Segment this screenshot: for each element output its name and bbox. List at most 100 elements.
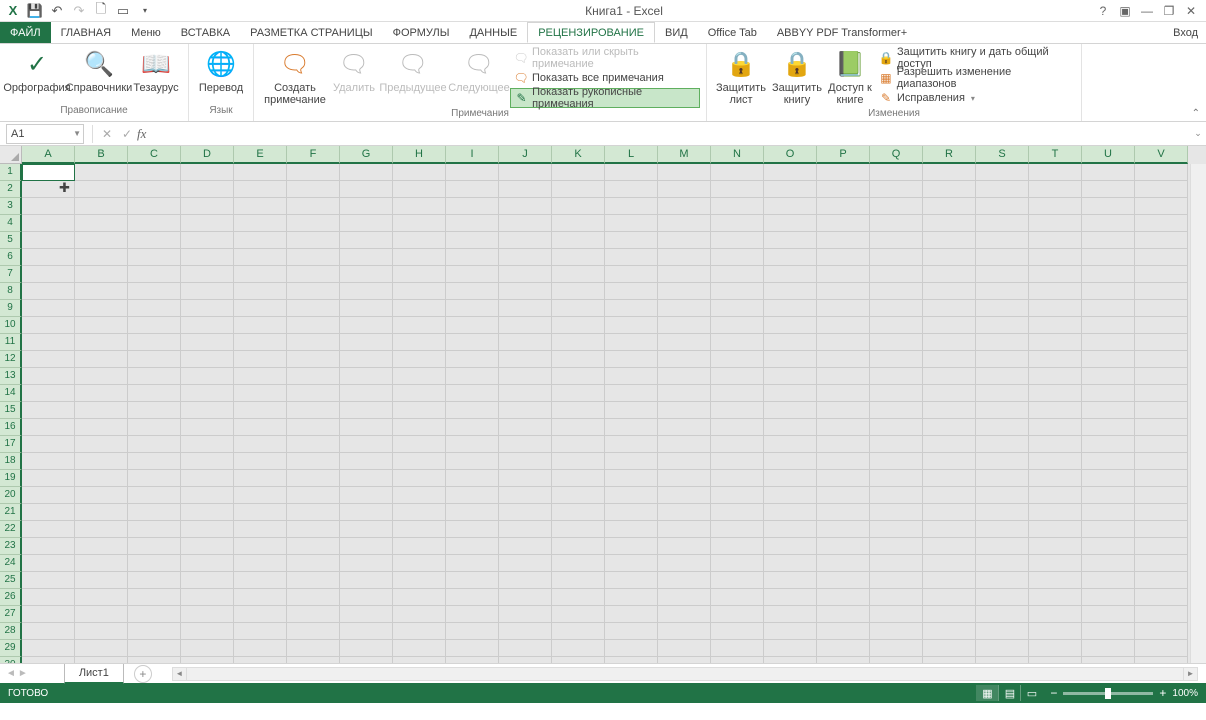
cell[interactable] [552,453,605,470]
cell[interactable] [1135,198,1188,215]
cell[interactable] [287,232,340,249]
cell[interactable] [234,606,287,623]
cell[interactable] [711,402,764,419]
qat-dropdown-icon[interactable]: ▾ [134,1,156,21]
cell[interactable] [181,334,234,351]
cell[interactable] [817,504,870,521]
cell[interactable] [181,317,234,334]
cell[interactable] [552,300,605,317]
cell[interactable] [181,606,234,623]
cell[interactable] [75,300,128,317]
column-header[interactable]: N [711,146,764,164]
cell[interactable] [764,419,817,436]
cell[interactable] [128,419,181,436]
cell[interactable] [605,266,658,283]
cell[interactable] [393,198,446,215]
cell[interactable] [658,249,711,266]
cell[interactable] [605,198,658,215]
tab-file[interactable]: ФАЙЛ [0,22,51,43]
cell[interactable] [1135,419,1188,436]
cell[interactable] [976,198,1029,215]
fx-icon[interactable]: fx [137,126,146,142]
cell[interactable] [1135,470,1188,487]
cell[interactable] [287,181,340,198]
cell[interactable] [1029,283,1082,300]
cell[interactable] [817,470,870,487]
tab-formulas[interactable]: ФОРМУЛЫ [383,22,460,43]
cell[interactable] [287,640,340,657]
cell[interactable] [764,555,817,572]
cell[interactable] [1029,266,1082,283]
cell[interactable] [1082,215,1135,232]
cell[interactable] [446,351,499,368]
name-box[interactable]: A1 ▼ [6,124,84,144]
cell[interactable] [1029,640,1082,657]
cell[interactable] [658,300,711,317]
cell[interactable] [764,521,817,538]
cell[interactable] [1135,436,1188,453]
cell[interactable] [1135,504,1188,521]
cell[interactable] [393,453,446,470]
column-header[interactable]: H [393,146,446,164]
track-changes-button[interactable]: ✎ Исправления ▾ [875,88,1075,108]
cell[interactable] [1029,487,1082,504]
cell[interactable] [128,232,181,249]
cell[interactable] [711,436,764,453]
cell[interactable] [75,351,128,368]
cell[interactable] [1135,555,1188,572]
cell[interactable] [870,181,923,198]
cell[interactable] [75,232,128,249]
cell[interactable] [1082,572,1135,589]
cell[interactable] [234,521,287,538]
cell[interactable] [128,351,181,368]
cell[interactable] [870,555,923,572]
row-header[interactable]: 26 [0,589,22,606]
cell[interactable] [1082,657,1135,663]
cell[interactable] [393,470,446,487]
cell[interactable] [605,164,658,181]
cell[interactable] [340,317,393,334]
row-header[interactable]: 25 [0,572,22,589]
cell[interactable] [340,232,393,249]
cell[interactable] [340,572,393,589]
undo-icon[interactable]: ↶ [46,1,68,21]
cell[interactable] [605,504,658,521]
cell[interactable] [605,300,658,317]
view-normal-icon[interactable]: ▦ [976,685,998,701]
cell[interactable] [340,487,393,504]
cell[interactable] [552,640,605,657]
cell[interactable] [75,385,128,402]
cell[interactable] [446,572,499,589]
cell[interactable] [1082,283,1135,300]
cell[interactable] [393,640,446,657]
cell[interactable] [1082,164,1135,181]
cell[interactable] [552,419,605,436]
cell[interactable] [923,181,976,198]
cell[interactable] [870,521,923,538]
cell[interactable] [870,538,923,555]
cell[interactable] [128,538,181,555]
cell[interactable] [764,623,817,640]
cell[interactable] [976,538,1029,555]
row-header[interactable]: 7 [0,266,22,283]
protect-share-button[interactable]: 🔒 Защитить книгу и дать общий доступ [875,48,1075,68]
cell[interactable] [287,538,340,555]
cell[interactable] [658,334,711,351]
cell[interactable] [393,181,446,198]
cell[interactable] [446,521,499,538]
cell[interactable] [22,317,75,334]
column-header[interactable]: D [181,146,234,164]
cell[interactable] [658,504,711,521]
cell[interactable] [446,266,499,283]
cell[interactable] [234,419,287,436]
cell[interactable] [393,521,446,538]
cell[interactable] [340,589,393,606]
cell[interactable] [976,589,1029,606]
cell[interactable] [976,640,1029,657]
cell[interactable] [1135,589,1188,606]
cell[interactable] [446,249,499,266]
cell[interactable] [658,521,711,538]
cell[interactable] [75,504,128,521]
cell[interactable] [923,521,976,538]
cell[interactable] [1082,385,1135,402]
